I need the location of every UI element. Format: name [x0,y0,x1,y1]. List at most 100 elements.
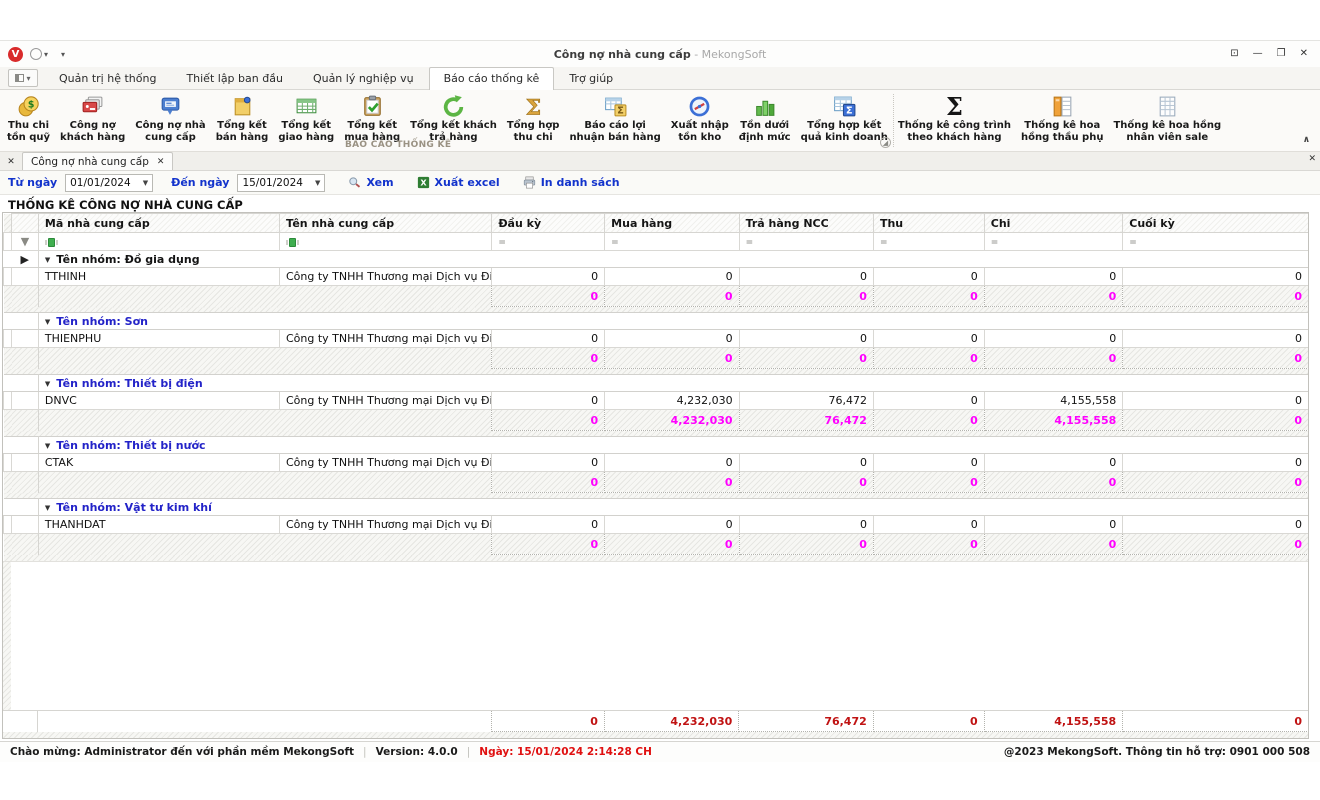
supplier-name-cell[interactable]: Công ty TNHH Thương mại Dịch vụ Điện nướ… [279,516,491,534]
filter-cell[interactable] [279,233,491,251]
column-header[interactable]: Trả hàng NCC [739,214,873,233]
close-tab-right-button[interactable]: ✕ [1308,154,1316,164]
value-cell[interactable]: 0 [873,330,984,348]
supplier-name-cell[interactable]: Công ty TNHH Thương mại Dịch vụ Điện nướ… [279,268,491,286]
value-cell[interactable]: 0 [1123,268,1309,286]
value-cell[interactable]: 0 [1123,330,1309,348]
value-cell[interactable]: 0 [492,454,605,472]
print-list-button[interactable]: In danh sách [522,175,620,190]
supplier-name-cell[interactable]: Công ty TNHH Thương mại Dịch vụ Điện nướ… [279,392,491,410]
close-button[interactable]: ✕ [1300,49,1308,59]
app-menu-button[interactable]: ▾ [8,69,38,87]
ribbon-button[interactable]: Tổng kếtbán hàng [211,93,274,145]
value-cell[interactable]: 0 [605,330,739,348]
value-cell[interactable]: 0 [739,330,873,348]
ribbon-collapse-icon[interactable]: ∧ [1303,135,1310,145]
ribbon-button[interactable]: $Thu chitồn quỹ [2,93,55,145]
filter-cell[interactable]: = [984,233,1123,251]
value-cell[interactable]: 76,472 [739,392,873,410]
auto-filter-row[interactable]: ▼====== [4,233,1309,251]
from-date-picker[interactable]: 01/01/2024▼ [65,174,153,192]
value-cell[interactable]: 0 [873,516,984,534]
group-row[interactable]: ▼Tên nhóm: Vật tư kim khí [4,499,1309,516]
ribbon-button[interactable]: Xuất nhậptồn kho [666,93,734,145]
ribbon-button[interactable]: Thống kê hoa hồngnhân viên sale [1108,93,1226,145]
supplier-code-cell[interactable]: CTAK [38,454,279,472]
collapse-group-icon[interactable]: ▼ [45,380,50,388]
ribbon-button[interactable]: Công nợ nhàcung cấp [130,93,210,145]
value-cell[interactable]: 0 [873,454,984,472]
view-button[interactable]: Xem [347,175,393,190]
menu-tab[interactable]: Thiết lập ban đầu [171,67,298,89]
group-row[interactable]: ▶▼Tên nhóm: Đồ gia dụng [4,251,1309,268]
value-cell[interactable]: 0 [492,268,605,286]
column-header[interactable]: Cuối kỳ [1123,214,1309,233]
supplier-name-cell[interactable]: Công ty TNHH Thương mại Dịch vụ Điện nướ… [279,330,491,348]
ribbon-button[interactable]: Tổng kết kháchtrả hàng [405,93,502,145]
value-cell[interactable]: 0 [873,268,984,286]
menu-tab[interactable]: Quản trị hệ thống [44,67,171,89]
data-row[interactable]: CTAKCông ty TNHH Thương mại Dịch vụ Điện… [4,454,1309,472]
to-date-picker[interactable]: 15/01/2024▼ [237,174,325,192]
column-header[interactable]: Đầu kỳ [492,214,605,233]
collapse-group-icon[interactable]: ▼ [45,504,50,512]
close-all-tabs-button[interactable]: ✕ [0,153,22,170]
tab-close-icon[interactable]: ✕ [157,157,165,167]
column-header[interactable]: Tên nhà cung cấp [279,214,491,233]
menu-tab[interactable]: Báo cáo thống kê [429,67,555,90]
value-cell[interactable]: 0 [873,392,984,410]
ribbon-button[interactable]: ΣThống kê công trìnhtheo khách hàng [893,93,1016,145]
minimize-button[interactable]: — [1253,49,1263,59]
ribbon-button[interactable]: Tồn dướiđịnh mức [734,93,796,145]
value-cell[interactable]: 0 [1123,516,1309,534]
column-header[interactable]: Mã nhà cung cấp [38,214,279,233]
ribbon-button[interactable]: ΣTổng hợp kếtquả kinh doanh [796,93,893,145]
supplier-code-cell[interactable]: THIENPHU [38,330,279,348]
supplier-code-cell[interactable]: TTHINH [38,268,279,286]
value-cell[interactable]: 0 [605,454,739,472]
column-header[interactable]: Chi [984,214,1123,233]
doc-tab-active[interactable]: Công nợ nhà cung cấp ✕ [22,152,173,170]
value-cell[interactable]: 0 [739,268,873,286]
column-header[interactable]: Mua hàng [605,214,739,233]
dialog-launcher-icon[interactable]: ◢ [880,137,891,148]
data-row[interactable]: DNVCCông ty TNHH Thương mại Dịch vụ Điện… [4,392,1309,410]
supplier-code-cell[interactable]: DNVC [38,392,279,410]
data-row[interactable]: THANHDATCông ty TNHH Thương mại Dịch vụ … [4,516,1309,534]
collapse-group-icon[interactable]: ▼ [45,318,50,326]
filter-cell[interactable] [38,233,279,251]
value-cell[interactable]: 0 [984,454,1123,472]
export-excel-button[interactable]: X Xuất excel [416,175,500,190]
value-cell[interactable]: 0 [984,268,1123,286]
collapse-group-icon[interactable]: ▼ [45,442,50,450]
ribbon-button[interactable]: Tổng kếtmua hàng [339,93,405,145]
value-cell[interactable]: 0 [739,454,873,472]
ribbon-button[interactable]: Tổng kếtgiao hàng [273,93,339,145]
value-cell[interactable]: 0 [739,516,873,534]
column-header[interactable]: Thu [873,214,984,233]
group-row[interactable]: ▼Tên nhóm: Thiết bị nước [4,437,1309,454]
value-cell[interactable]: 4,232,030 [605,392,739,410]
value-cell[interactable]: 0 [1123,392,1309,410]
supplier-code-cell[interactable]: THANHDAT [38,516,279,534]
menu-tab[interactable]: Trợ giúp [554,67,628,89]
filter-cell[interactable]: = [739,233,873,251]
menu-tab[interactable]: Quản lý nghiệp vụ [298,67,429,89]
theme-button-icon[interactable]: ⊡ [1230,49,1238,59]
filter-cell[interactable]: = [873,233,984,251]
group-row[interactable]: ▼Tên nhóm: Thiết bị điện [4,375,1309,392]
ribbon-button[interactable]: ΣBáo cáo lợinhuận bán hàng [564,93,665,145]
value-cell[interactable]: 0 [605,516,739,534]
collapse-group-icon[interactable]: ▼ [45,256,50,264]
value-cell[interactable]: 0 [492,330,605,348]
value-cell[interactable]: 0 [492,516,605,534]
group-row[interactable]: ▼Tên nhóm: Sơn [4,313,1309,330]
filter-cell[interactable]: = [1123,233,1309,251]
value-cell[interactable]: 0 [605,268,739,286]
value-cell[interactable]: 4,155,558 [984,392,1123,410]
restore-button[interactable]: ❐ [1277,49,1286,59]
data-row[interactable]: TTHINHCông ty TNHH Thương mại Dịch vụ Đi… [4,268,1309,286]
ribbon-button[interactable]: Công nợkhách hàng [55,93,130,145]
value-cell[interactable]: 0 [984,516,1123,534]
filter-cell[interactable]: = [605,233,739,251]
